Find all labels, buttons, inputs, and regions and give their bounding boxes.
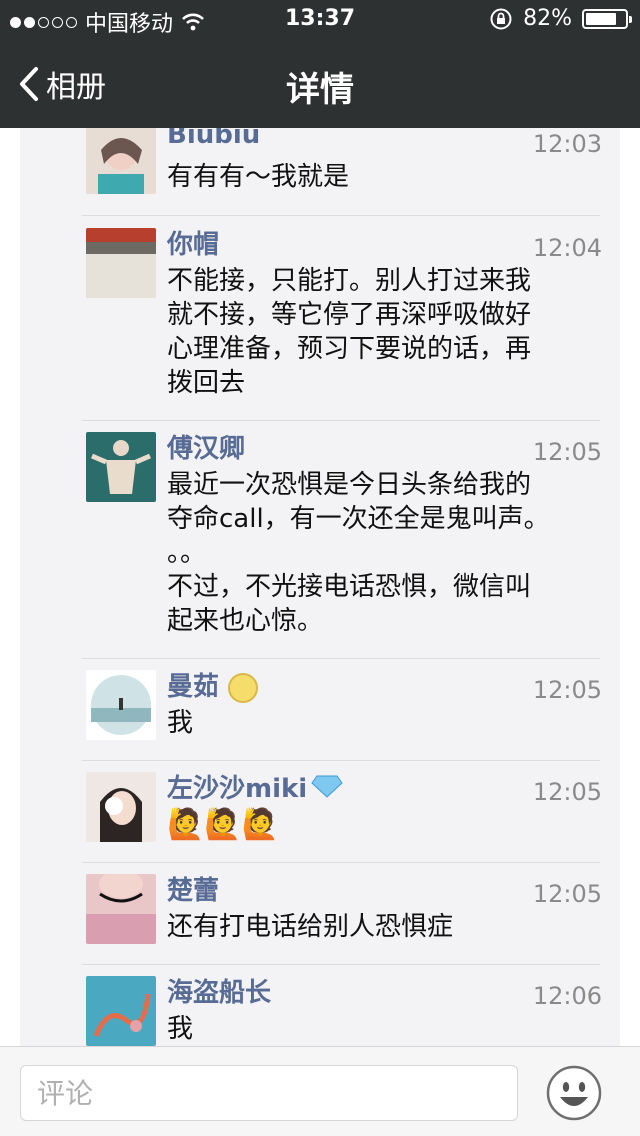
comment-line: 还有打电话给别人恐惧症 [167,912,454,942]
comment-time: 12:05 [532,438,602,466]
comments-list[interactable]: Biubiu 12:03 有有有～我就是 你帽 12:04 不能接，只能打。别人… [20,128,620,1046]
comment-input[interactable] [21,1066,517,1120]
avatar[interactable] [86,772,156,842]
navigation-bar: 相册 详情 [0,40,640,128]
comment-author[interactable]: 曼茹 [167,666,259,703]
comment-text: 我 [167,1012,577,1046]
avatar[interactable] [86,228,156,298]
smiley-icon [546,1065,602,1121]
rotation-lock-icon [490,8,512,29]
comment-item: 曼茹 12:05 我 [82,670,602,750]
avatar[interactable] [86,670,156,740]
comment-text: 有有有～我就是 [167,160,577,194]
comment-text: 最近一次恐惧是今日头条给我的 夺命call，有一次还全是鬼叫声。 。。 不过，不… [167,468,577,638]
comment-author[interactable]: Biubiu [167,128,260,150]
comment-line: 拨回去 [167,368,246,398]
comment-time: 12:06 [532,982,602,1010]
moon-face-icon [228,672,259,703]
divider [82,760,600,761]
comment-line: 夺命call，有一次还全是鬼叫声。 [167,504,550,534]
comment-line: 心理准备，预习下要说的话，再 [167,334,532,364]
status-right: 82% [489,6,632,31]
divider [82,658,600,659]
divider [82,964,600,965]
comment-line: 我 [167,1014,194,1044]
comment-time: 12:05 [532,880,602,908]
comment-line: 不能接，只能打。别人打过来我 [167,266,532,296]
divider [82,862,600,863]
comment-item: 你帽 12:04 不能接，只能打。别人打过来我 就不接，等它停了再深呼吸做好 心… [82,228,602,408]
comment-line: 🙋🙋🙋 [167,807,280,842]
comment-line: 。。 [167,538,207,568]
battery-icon [582,8,632,29]
comment-line: 不过，不光接电话恐惧，微信叫 [167,572,532,602]
battery-percent: 82% [523,6,572,31]
comment-time: 12:05 [532,676,602,704]
comment-text: 还有打电话给别人恐惧症 [167,910,577,944]
comment-line: 起来也心惊。 [167,606,324,636]
avatar[interactable] [86,432,156,502]
comment-author[interactable]: 你帽 [167,224,219,261]
comment-text: 我 [167,706,577,740]
comment-author[interactable]: 海盗船长 [167,972,271,1009]
avatar[interactable] [86,874,156,944]
comment-text: 不能接，只能打。别人打过来我 就不接，等它停了再深呼吸做好 心理准备，预习下要说… [167,264,577,400]
comment-author[interactable]: 左沙沙miki [167,768,343,805]
comment-item: 楚蕾 12:05 还有打电话给别人恐惧症 [82,874,602,954]
author-name: 左沙沙miki [167,774,308,804]
comment-line: 就不接，等它停了再深呼吸做好 [167,300,532,330]
comment-author[interactable]: 傅汉卿 [167,428,245,465]
comment-item: 左沙沙miki 12:05 🙋🙋🙋 [82,772,602,852]
comment-time: 12:04 [532,234,602,262]
comment-item: 海盗船长 12:06 我 [82,976,602,1046]
comment-time: 12:03 [532,130,602,158]
page-title: 详情 [286,70,354,110]
comment-author[interactable]: 楚蕾 [167,870,219,907]
divider [82,420,600,421]
divider [82,215,600,216]
gem-icon [311,774,343,805]
comment-item: Biubiu 12:03 有有有～我就是 [82,128,602,204]
author-name: 曼茹 [167,672,220,702]
avatar[interactable] [86,976,156,1046]
comment-line: 有有有～我就是 [167,162,350,192]
comment-line: 最近一次恐惧是今日头条给我的 [167,470,532,500]
comment-text: 🙋🙋🙋 [167,808,577,842]
emoji-button[interactable] [546,1065,602,1121]
comment-time: 12:05 [532,778,602,806]
comment-line: 我 [167,708,194,738]
status-bar: 中国移动 13:37 82% [0,0,640,40]
comment-composer [0,1046,640,1136]
comment-input-box [20,1065,518,1121]
comment-item: 傅汉卿 12:05 最近一次恐惧是今日头条给我的 夺命call，有一次还全是鬼叫… [82,432,602,652]
avatar[interactable] [86,128,156,194]
